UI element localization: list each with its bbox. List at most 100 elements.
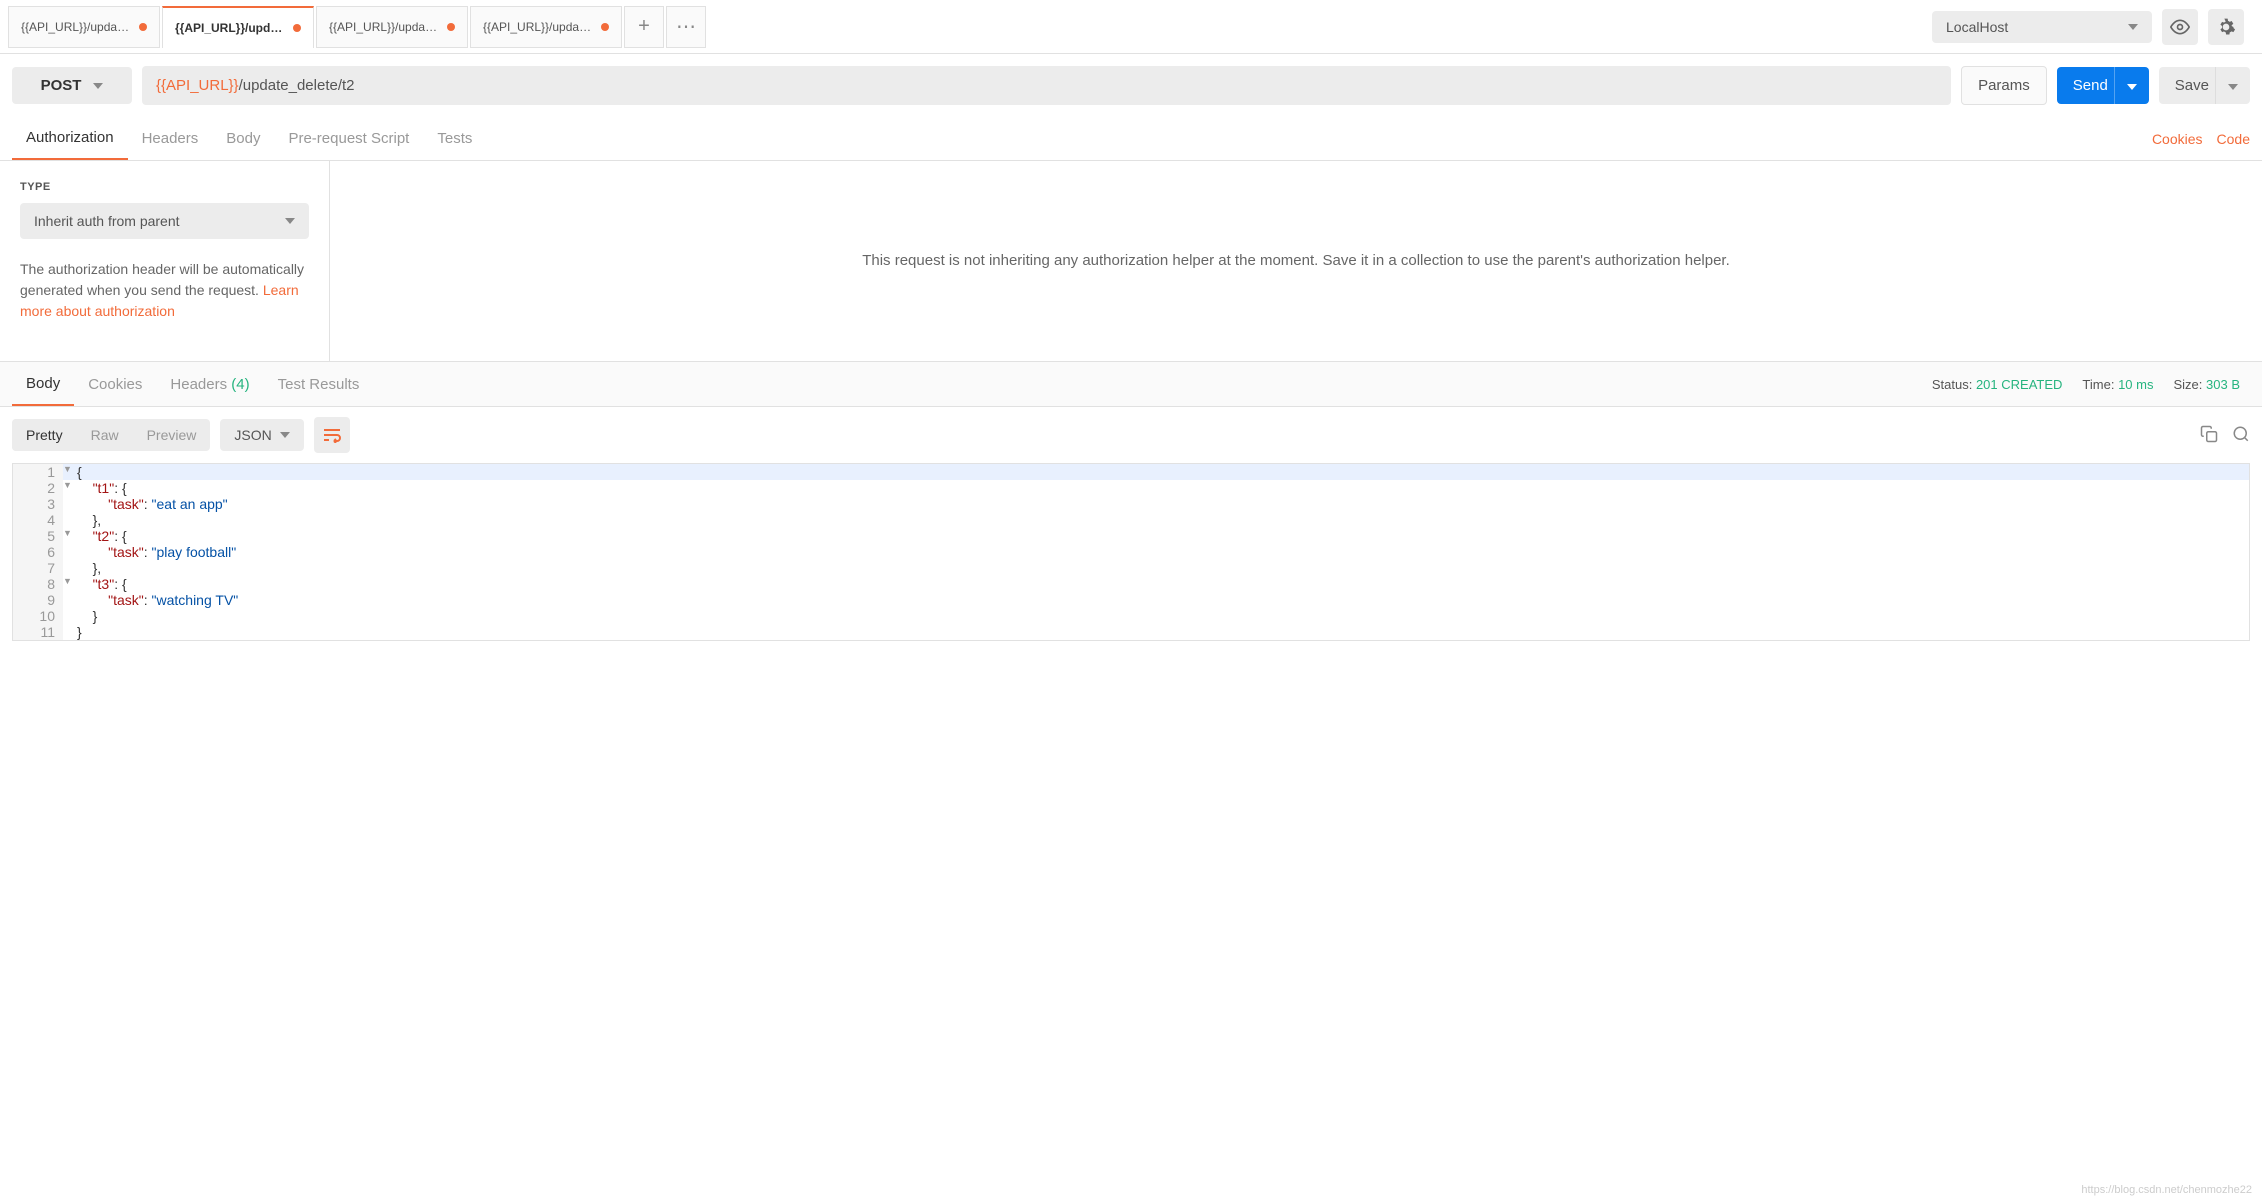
add-tab-button[interactable]: + <box>624 6 664 48</box>
auth-left-panel: TYPE Inherit auth from parent The author… <box>0 161 330 361</box>
fold-toggle-icon <box>63 592 77 608</box>
tab-headers[interactable]: Headers <box>128 118 213 159</box>
status-item: Status: 201 CREATED <box>1932 377 2063 392</box>
fold-toggle-icon[interactable]: ▼ <box>63 464 77 480</box>
fold-toggle-icon[interactable]: ▼ <box>63 480 77 496</box>
view-preview-button[interactable]: Preview <box>133 419 211 451</box>
editor-line[interactable]: 5▼ "t2": { <box>13 528 2249 544</box>
time-value: 10 ms <box>2118 377 2153 392</box>
chevron-down-icon <box>2228 84 2238 90</box>
tab-more-button[interactable]: ⋯ <box>666 6 706 48</box>
editor-line[interactable]: 7 }, <box>13 560 2249 576</box>
format-select[interactable]: JSON <box>220 419 303 451</box>
response-tab-cookies[interactable]: Cookies <box>74 364 156 405</box>
view-mode-group: Pretty Raw Preview <box>12 419 210 451</box>
copy-button[interactable] <box>2200 425 2218 446</box>
line-number: 5 <box>13 528 63 544</box>
response-status-bar: Status: 201 CREATED Time: 10 ms Size: 30… <box>1932 377 2250 392</box>
editor-line[interactable]: 3 "task": "eat an app" <box>13 496 2249 512</box>
line-number: 3 <box>13 496 63 512</box>
plus-icon: + <box>638 15 650 38</box>
editor-line[interactable]: 9 "task": "watching TV" <box>13 592 2249 608</box>
line-number: 7 <box>13 560 63 576</box>
method-select[interactable]: POST <box>12 67 132 104</box>
line-content: } <box>77 608 2249 624</box>
cookies-link[interactable]: Cookies <box>2152 131 2203 147</box>
send-dropdown-button[interactable] <box>2114 67 2149 104</box>
tab-authorization[interactable]: Authorization <box>12 117 128 160</box>
unsaved-dot-icon <box>293 24 301 32</box>
line-content: "t3": { <box>77 576 2249 592</box>
ellipsis-icon: ⋯ <box>676 14 696 39</box>
params-button[interactable]: Params <box>1961 66 2047 105</box>
search-response-button[interactable] <box>2232 425 2250 446</box>
environment-select[interactable]: LocalHost <box>1932 11 2152 43</box>
line-number: 6 <box>13 544 63 560</box>
view-raw-button[interactable]: Raw <box>77 419 133 451</box>
url-path: /update_delete/t2 <box>239 77 355 94</box>
editor-line[interactable]: 8▼ "t3": { <box>13 576 2249 592</box>
fold-toggle-icon[interactable]: ▼ <box>63 528 77 544</box>
line-content: "task": "watching TV" <box>77 592 2249 608</box>
line-number: 4 <box>13 512 63 528</box>
line-content: "t1": { <box>77 480 2249 496</box>
tab-3[interactable]: {{API_URL}}/update_d <box>316 6 468 48</box>
format-value: JSON <box>234 427 271 443</box>
tab-tests[interactable]: Tests <box>423 118 486 159</box>
chevron-down-icon <box>285 218 295 224</box>
request-tabs-right: Cookies Code <box>2152 131 2250 147</box>
fold-toggle-icon <box>63 544 77 560</box>
response-tab-body[interactable]: Body <box>12 363 74 406</box>
settings-button[interactable] <box>2208 9 2244 45</box>
size-item: Size: 303 B <box>2173 377 2240 392</box>
quick-look-button[interactable] <box>2162 9 2198 45</box>
wrap-lines-button[interactable] <box>314 417 350 453</box>
fold-toggle-icon[interactable]: ▼ <box>63 576 77 592</box>
save-dropdown-button[interactable] <box>2215 67 2250 104</box>
auth-description-text: The authorization header will be automat… <box>20 261 304 298</box>
auth-right-panel: This request is not inheriting any autho… <box>330 161 2262 361</box>
tab-4[interactable]: {{API_URL}}/update_d <box>470 6 622 48</box>
request-tabs: Authorization Headers Body Pre-request S… <box>0 117 2262 161</box>
response-tab-headers[interactable]: Headers (4) <box>156 364 263 405</box>
auth-type-select[interactable]: Inherit auth from parent <box>20 203 309 239</box>
line-number: 9 <box>13 592 63 608</box>
editor-line[interactable]: 1▼{ <box>13 464 2249 480</box>
line-number: 1 <box>13 464 63 480</box>
line-number: 2 <box>13 480 63 496</box>
line-content: } <box>77 624 2249 640</box>
editor-line[interactable]: 6 "task": "play football" <box>13 544 2249 560</box>
unsaved-dot-icon <box>447 23 455 31</box>
tab-1[interactable]: {{API_URL}}/update_d <box>8 6 160 48</box>
line-content: }, <box>77 512 2249 528</box>
chevron-down-icon <box>2127 84 2137 90</box>
url-input[interactable]: {{API_URL}}/update_delete/t2 <box>142 66 1951 105</box>
editor-line[interactable]: 11} <box>13 624 2249 640</box>
environment-label: LocalHost <box>1946 19 2008 35</box>
editor-line[interactable]: 10 } <box>13 608 2249 624</box>
wrap-icon <box>322 427 342 443</box>
size-label: Size: <box>2173 377 2202 392</box>
code-link[interactable]: Code <box>2217 131 2250 147</box>
method-value: POST <box>41 77 82 94</box>
tab-prerequest[interactable]: Pre-request Script <box>274 118 423 159</box>
chevron-down-icon <box>2128 24 2138 30</box>
tab-label: {{API_URL}}/update_d <box>21 20 131 34</box>
response-body-editor[interactable]: 1▼{2▼ "t1": {3 "task": "eat an app"4 },5… <box>12 463 2250 641</box>
fold-toggle-icon <box>63 512 77 528</box>
auth-type-label: TYPE <box>20 181 309 193</box>
tabs-container: {{API_URL}}/update_d {{API_URL}}/update_… <box>8 6 706 48</box>
status-value: 201 CREATED <box>1976 377 2062 392</box>
tab-2-active[interactable]: {{API_URL}}/update_d <box>162 6 314 48</box>
editor-line[interactable]: 2▼ "t1": { <box>13 480 2249 496</box>
editor-line[interactable]: 4 }, <box>13 512 2249 528</box>
response-tabs: Body Cookies Headers (4) Test Results St… <box>0 361 2262 407</box>
status-label: Status: <box>1932 377 1972 392</box>
tab-body[interactable]: Body <box>212 118 274 159</box>
auth-section: TYPE Inherit auth from parent The author… <box>0 161 2262 361</box>
top-right-controls: LocalHost <box>1932 9 2254 45</box>
response-tab-testresults[interactable]: Test Results <box>264 364 374 405</box>
fold-toggle-icon <box>63 496 77 512</box>
eye-icon <box>2170 17 2190 37</box>
view-pretty-button[interactable]: Pretty <box>12 419 77 451</box>
